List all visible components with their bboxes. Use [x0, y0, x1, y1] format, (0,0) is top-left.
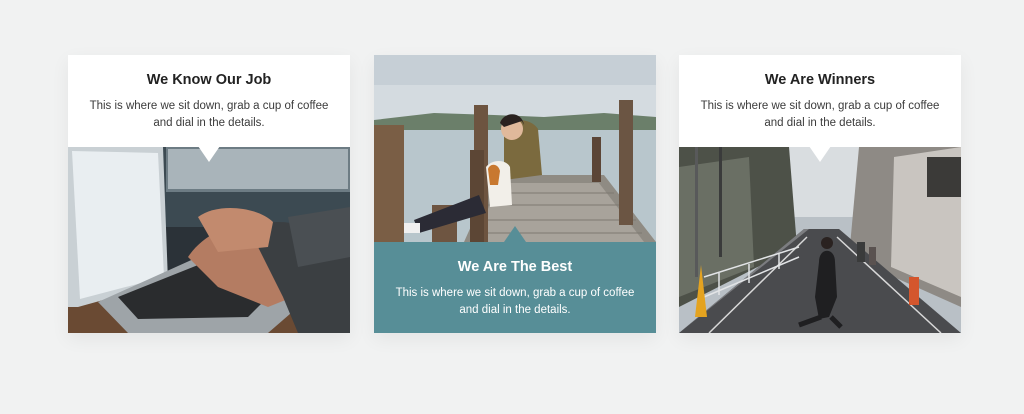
- feature-card-1: We Know Our Job This is where we sit dow…: [68, 55, 350, 333]
- caption-pointer: [809, 146, 831, 162]
- laptop-typing-photo: [68, 147, 350, 333]
- pier-with-dog-photo: [374, 55, 656, 242]
- card-description: This is where we sit down, grab a cup of…: [700, 100, 940, 129]
- card-text-box: We Are Winners This is where we sit down…: [679, 55, 961, 147]
- card-description: This is where we sit down, grab a cup of…: [89, 100, 329, 129]
- caption-pointer: [198, 146, 220, 162]
- city-street-photo: [679, 147, 961, 333]
- card-title: We Are The Best: [457, 259, 573, 275]
- card-title: We Know Our Job: [146, 72, 272, 88]
- card-text-box: We Know Our Job This is where we sit dow…: [68, 55, 350, 147]
- card-text-box: We Are The Best This is where we sit dow…: [374, 242, 656, 333]
- feature-card-3: We Are Winners This is where we sit down…: [679, 55, 961, 333]
- feature-card-2: We Are The Best This is where we sit dow…: [374, 55, 656, 333]
- caption-pointer: [504, 226, 526, 242]
- card-description: This is where we sit down, grab a cup of…: [395, 287, 635, 316]
- card-title: We Are Winners: [764, 72, 876, 88]
